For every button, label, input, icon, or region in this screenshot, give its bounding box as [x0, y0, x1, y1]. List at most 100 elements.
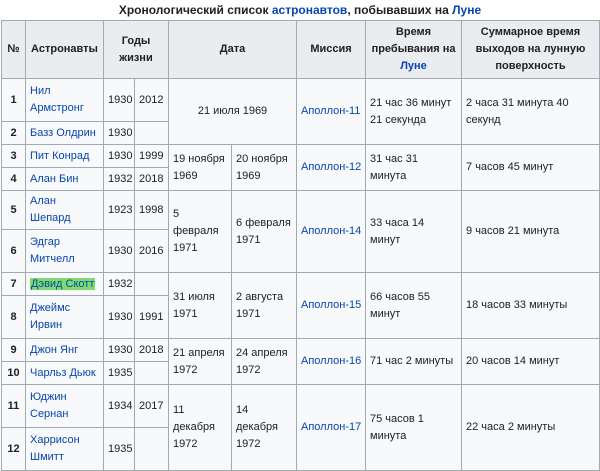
- date-end: 14 декабря 1972: [231, 384, 298, 471]
- header-time[interactable]: Время пребывания на Луне: [365, 20, 463, 79]
- astronaut-link[interactable]: Харрисон Шмитт: [30, 434, 80, 463]
- astronaut-cell: Базз Олдрин: [25, 121, 104, 145]
- row-number: 12: [1, 427, 26, 471]
- born-year: 1930: [103, 144, 135, 168]
- header-moon-link[interactable]: Луне: [400, 60, 427, 72]
- time-on-moon: 75 часов 1 минута: [365, 384, 463, 471]
- astronaut-cell: Дэвид Скотт: [25, 272, 104, 296]
- table-row: 9 Джон Янг 1930 2018 21 апреля 1972 24 а…: [1, 338, 600, 385]
- death-year: 1998: [133, 190, 170, 230]
- mission-link[interactable]: Аполлон-14: [301, 225, 361, 237]
- death-year: [133, 121, 170, 145]
- born-year: 1930: [103, 229, 135, 273]
- date-start: 21 апреля 1972: [168, 338, 233, 385]
- eva-time: 20 часов 14 минут: [461, 338, 600, 385]
- date-start: 5 февраля 1971: [168, 190, 233, 273]
- date-end: 2 августа 1971: [231, 272, 298, 339]
- astronaut-cell: Чарльз Дьюк: [25, 361, 104, 385]
- table-row: 3 Пит Конрад 1930 1999 19 ноября 1969 20…: [1, 144, 600, 191]
- header-time-text: Время пребывания на: [371, 26, 456, 55]
- moon-link[interactable]: Луне: [452, 3, 481, 17]
- row-number: 11: [1, 384, 26, 428]
- astronaut-link-highlighted[interactable]: Дэвид Скотт: [30, 277, 96, 290]
- death-year: [133, 272, 170, 296]
- row-number: 10: [1, 361, 26, 385]
- row-number: 4: [1, 167, 26, 191]
- eva-time: 9 часов 21 минута: [461, 190, 600, 273]
- astronaut-link[interactable]: Эдгар Митчелл: [30, 236, 75, 265]
- table-row: 5 Алан Шепард 1923 1998 5 февраля 1971 6…: [1, 190, 600, 273]
- mission-cell: Аполлон-17: [296, 384, 367, 471]
- date-end: 20 ноября 1969: [231, 144, 298, 191]
- born-year: 1930: [103, 338, 135, 362]
- astronaut-link[interactable]: Алан Шепард: [30, 195, 71, 224]
- header-years[interactable]: Годы жизни: [102, 20, 170, 79]
- date-start: 19 ноября 1969: [168, 144, 233, 191]
- death-year: 2018: [133, 338, 170, 362]
- astronaut-cell: Пит Конрад: [25, 144, 104, 168]
- row-number: 5: [1, 190, 26, 230]
- astronaut-cell: Джон Янг: [25, 338, 104, 362]
- born-year: 1932: [103, 167, 135, 191]
- row-number: 8: [1, 295, 26, 339]
- born-year: 1935: [103, 427, 135, 471]
- astronaut-link[interactable]: Чарльз Дьюк: [30, 367, 96, 379]
- header-num[interactable]: №: [1, 20, 26, 79]
- astronaut-link[interactable]: Нил Армстронг: [30, 85, 84, 114]
- mission-cell: Аполлон-16: [296, 338, 367, 385]
- death-year: 2017: [133, 384, 170, 428]
- astronaut-cell: Эдгар Митчелл: [25, 229, 104, 273]
- table-caption: Хронологический список астронавтов, побы…: [0, 3, 600, 18]
- date-end: 6 февраля 1971: [231, 190, 298, 273]
- time-on-moon: 21 час 36 минут 21 секунда: [365, 78, 463, 145]
- eva-time: 2 часа 31 минута 40 секунд: [461, 78, 600, 145]
- mission-link[interactable]: Аполлон-12: [301, 161, 361, 173]
- astronauts-table: № Астронавты Годы жизни Дата Миссия Врем…: [1, 20, 600, 471]
- header-eva[interactable]: Суммарное время выходов на лунную поверх…: [461, 20, 600, 79]
- mission-link[interactable]: Аполлон-11: [301, 105, 360, 117]
- death-year: [133, 427, 170, 471]
- row-number: 6: [1, 229, 26, 273]
- time-on-moon: 71 час 2 минуты: [365, 338, 463, 385]
- astronaut-cell: Юджин Сернан: [25, 384, 104, 428]
- mission-link[interactable]: Аполлон-16: [301, 355, 361, 367]
- astronaut-link[interactable]: Джон Янг: [30, 344, 78, 356]
- astronaut-cell: Джеймс Ирвин: [25, 295, 104, 339]
- caption-text-start: Хронологический список: [118, 3, 272, 17]
- death-year: 2012: [133, 78, 170, 122]
- eva-time: 22 часа 2 минуты: [461, 384, 600, 471]
- header-row: № Астронавты Годы жизни Дата Миссия Врем…: [1, 20, 600, 79]
- born-year: 1923: [103, 190, 135, 230]
- astronaut-cell: Харрисон Шмитт: [25, 427, 104, 471]
- astronauts-link[interactable]: астронавтов: [272, 3, 347, 17]
- astronaut-cell: Алан Шепард: [25, 190, 104, 230]
- born-year: 1932: [103, 272, 135, 296]
- eva-time: 18 часов 33 минуты: [461, 272, 600, 339]
- mission-link[interactable]: Аполлон-15: [301, 299, 361, 311]
- table-row: 11 Юджин Сернан 1934 2017 11 декабря 197…: [1, 384, 600, 471]
- astronaut-link[interactable]: Джеймс Ирвин: [30, 302, 70, 331]
- death-year: 1991: [133, 295, 170, 339]
- mission-link[interactable]: Аполлон-17: [301, 421, 361, 433]
- astronaut-cell: Нил Армстронг: [25, 78, 104, 122]
- time-on-moon: 66 часов 55 минут: [365, 272, 463, 339]
- header-astronauts[interactable]: Астронавты: [25, 20, 104, 79]
- born-year: 1930: [103, 121, 135, 145]
- mission-cell: Аполлон-11: [296, 78, 367, 145]
- header-mission[interactable]: Миссия: [296, 20, 367, 79]
- row-number: 2: [1, 121, 26, 145]
- eva-time: 7 часов 45 минут: [461, 144, 600, 191]
- time-on-moon: 31 час 31 минута: [365, 144, 463, 191]
- death-year: 2016: [133, 229, 170, 273]
- mission-cell: Аполлон-12: [296, 144, 367, 191]
- astronaut-link[interactable]: Пит Конрад: [30, 150, 89, 162]
- astronaut-link[interactable]: Юджин Сернан: [30, 391, 68, 420]
- header-date[interactable]: Дата: [168, 20, 298, 79]
- date-end: 24 апреля 1972: [231, 338, 298, 385]
- astronaut-link[interactable]: Алан Бин: [30, 173, 78, 185]
- death-year: 2018: [133, 167, 170, 191]
- caption-text-middle: , побывавших на: [347, 3, 453, 17]
- date-start: 11 декабря 1972: [168, 384, 233, 471]
- astronaut-link[interactable]: Базз Олдрин: [30, 127, 96, 139]
- born-year: 1934: [103, 384, 135, 428]
